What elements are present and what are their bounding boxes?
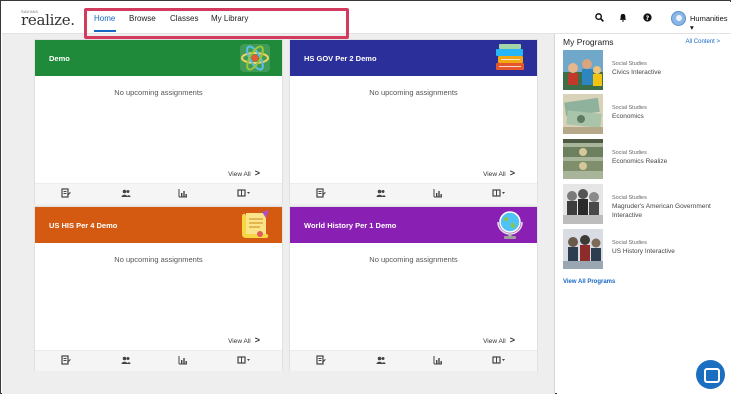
program-name: US History Interactive bbox=[612, 248, 675, 255]
all-content-link[interactable]: All Content > bbox=[685, 39, 720, 45]
programs-heading: My Programs bbox=[563, 37, 614, 47]
gradebook-icon[interactable] bbox=[433, 188, 443, 200]
view-all-label: View All bbox=[483, 171, 506, 178]
svg-text:?: ? bbox=[646, 15, 650, 22]
program-subject: Social Studies bbox=[612, 150, 647, 156]
empty-assignments-text: No upcoming assignments bbox=[369, 88, 458, 97]
class-title[interactable]: US HIS Per 4 Demo bbox=[49, 221, 117, 230]
chevron-right-icon: > bbox=[509, 335, 515, 345]
class-card-header[interactable]: World History Per 1 Demo bbox=[290, 207, 537, 243]
nav-highlight-box bbox=[84, 8, 349, 39]
program-subject: Social Studies bbox=[612, 240, 647, 246]
view-all-label: View All bbox=[228, 171, 251, 178]
window-frame: SAVVAS realize. Home Browse Classes My L… bbox=[0, 0, 731, 394]
gradebook-icon[interactable] bbox=[178, 355, 188, 367]
program-subject: Social Studies bbox=[612, 195, 647, 201]
assign-icon[interactable] bbox=[61, 355, 71, 367]
class-card-us-his: US HIS Per 4 Demo No upcoming assignment… bbox=[34, 206, 283, 371]
program-us-history-interactive[interactable]: Social Studies US History Interactive bbox=[563, 229, 728, 269]
chevron-right-icon: > bbox=[254, 168, 260, 178]
program-name: Magruder's American Government Interacti… bbox=[612, 203, 711, 219]
view-all-link[interactable]: View All > bbox=[228, 335, 260, 345]
chat-icon[interactable] bbox=[696, 360, 725, 389]
search-icon[interactable] bbox=[595, 13, 604, 24]
program-thumbnail bbox=[563, 50, 603, 90]
assign-icon[interactable] bbox=[316, 355, 326, 367]
class-title[interactable]: World History Per 1 Demo bbox=[304, 221, 396, 230]
more-options-icon[interactable] bbox=[492, 355, 506, 367]
class-dashboard: Demo No upcoming assignments View All> bbox=[2, 34, 555, 394]
program-thumbnail bbox=[563, 139, 603, 179]
view-all-link[interactable]: View All > bbox=[483, 335, 515, 345]
my-programs-panel: My Programs All Content > Social Studies… bbox=[557, 34, 731, 394]
more-options-icon[interactable] bbox=[492, 188, 506, 200]
card-toolbar bbox=[290, 183, 537, 204]
globe-icon bbox=[493, 210, 527, 240]
class-card-world-history: World History Per 1 Demo No upcoming ass… bbox=[289, 206, 538, 371]
card-toolbar bbox=[290, 350, 537, 371]
empty-assignments-text: No upcoming assignments bbox=[369, 255, 458, 264]
class-card-hs-gov: HS GOV Per 2 Demo No upcoming assignment… bbox=[289, 39, 538, 204]
gradebook-icon[interactable] bbox=[433, 355, 443, 367]
scroll-icon bbox=[238, 210, 272, 240]
program-thumbnail bbox=[563, 229, 603, 269]
card-toolbar bbox=[35, 350, 282, 371]
help-icon[interactable]: ? bbox=[643, 13, 652, 24]
class-card-demo: Demo No upcoming assignments View All > bbox=[34, 39, 283, 204]
more-options-icon[interactable] bbox=[237, 355, 251, 367]
more-options-icon[interactable] bbox=[237, 188, 251, 200]
program-subject: Social Studies bbox=[612, 61, 647, 67]
program-civics-interactive[interactable]: Social Studies Civics Interactive bbox=[563, 50, 728, 90]
program-name: Economics bbox=[612, 113, 644, 120]
empty-assignments-text: No upcoming assignments bbox=[114, 255, 203, 264]
class-card-header[interactable]: HS GOV Per 2 Demo bbox=[290, 40, 537, 76]
books-icon bbox=[493, 43, 527, 73]
program-thumbnail bbox=[563, 184, 603, 224]
assign-icon[interactable] bbox=[316, 188, 326, 200]
program-economics[interactable]: Social Studies Economics bbox=[563, 94, 728, 134]
view-all-programs-link[interactable]: View All Programs bbox=[563, 279, 615, 285]
view-all-link[interactable]: View All > bbox=[483, 168, 515, 178]
class-title[interactable]: HS GOV Per 2 Demo bbox=[304, 54, 377, 63]
students-icon[interactable] bbox=[376, 355, 386, 367]
gradebook-icon[interactable] bbox=[178, 188, 188, 200]
students-icon[interactable] bbox=[121, 188, 131, 200]
class-card-header[interactable]: US HIS Per 4 Demo bbox=[35, 207, 282, 243]
bell-icon[interactable] bbox=[619, 13, 627, 24]
view-all-link[interactable]: View All > bbox=[228, 168, 260, 178]
view-all-label: View All bbox=[228, 338, 251, 345]
card-toolbar bbox=[35, 183, 282, 204]
chevron-right-icon: > bbox=[509, 168, 515, 178]
students-icon[interactable] bbox=[121, 355, 131, 367]
chevron-right-icon: > bbox=[254, 335, 260, 345]
program-economics-realize[interactable]: Social Studies Economics Realize bbox=[563, 139, 728, 179]
user-menu[interactable]: Humanities ▾ bbox=[690, 14, 731, 32]
assign-icon[interactable] bbox=[61, 188, 71, 200]
program-subject: Social Studies bbox=[612, 105, 647, 111]
students-icon[interactable] bbox=[376, 188, 386, 200]
avatar[interactable] bbox=[671, 11, 686, 26]
class-card-header[interactable]: Demo bbox=[35, 40, 282, 76]
atom-icon bbox=[238, 43, 272, 73]
logo-main-text: realize. bbox=[21, 11, 75, 29]
program-name: Civics Interactive bbox=[612, 69, 662, 76]
program-magruders-american-government[interactable]: Social Studies Magruder's American Gover… bbox=[563, 184, 728, 224]
class-title[interactable]: Demo bbox=[49, 54, 70, 63]
program-name: Economics Realize bbox=[612, 158, 668, 165]
realize-logo[interactable]: SAVVAS realize. bbox=[21, 9, 75, 29]
program-thumbnail bbox=[563, 94, 603, 134]
empty-assignments-text: No upcoming assignments bbox=[114, 88, 203, 97]
view-all-label: View All bbox=[483, 338, 506, 345]
